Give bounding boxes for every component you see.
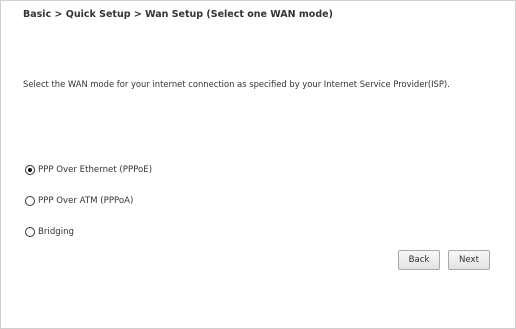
pppoa-radio[interactable] xyxy=(25,196,35,206)
pppoe-label: PPP Over Ethernet (PPPoE) xyxy=(38,165,153,175)
breadcrumb: Basic > Quick Setup > Wan Setup (Select … xyxy=(23,9,333,20)
wan-mode-instructions: Select the WAN mode for your internet co… xyxy=(23,79,450,89)
wan-mode-option-pppoa[interactable]: PPP Over ATM (PPPoA) xyxy=(25,196,133,206)
back-button[interactable]: Back xyxy=(398,250,440,270)
content-frame: Basic > Quick Setup > Wan Setup (Select … xyxy=(0,0,516,329)
wan-mode-option-pppoe[interactable]: PPP Over Ethernet (PPPoE) xyxy=(25,165,152,175)
bridging-label: Bridging xyxy=(38,227,75,237)
pppoe-radio[interactable] xyxy=(25,165,35,175)
bridging-radio[interactable] xyxy=(25,227,35,237)
pppoa-label: PPP Over ATM (PPPoA) xyxy=(38,196,134,206)
next-button[interactable]: Next xyxy=(448,250,490,270)
wan-mode-option-bridging[interactable]: Bridging xyxy=(25,227,74,237)
